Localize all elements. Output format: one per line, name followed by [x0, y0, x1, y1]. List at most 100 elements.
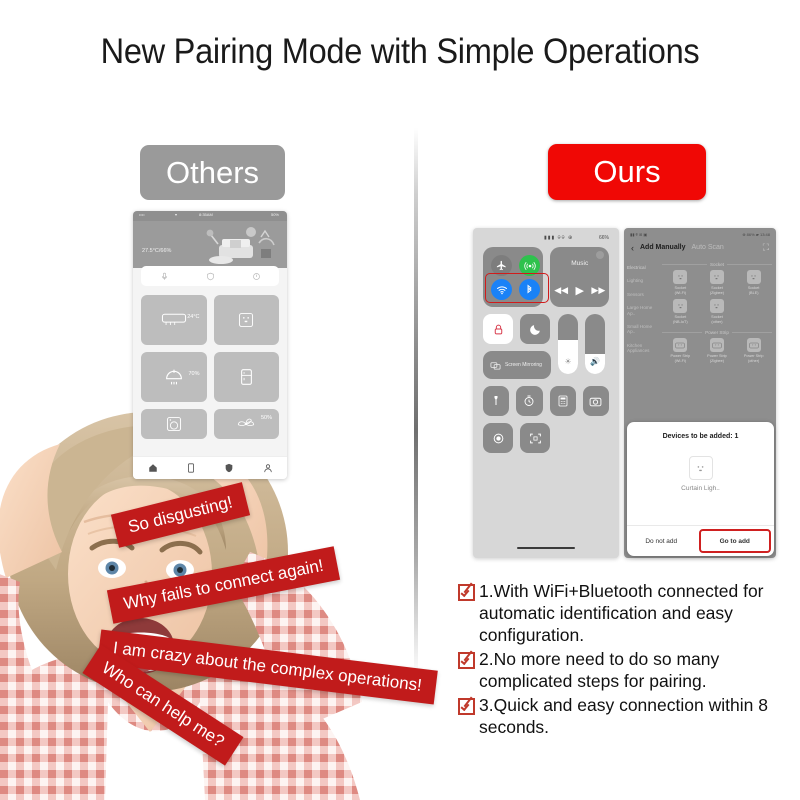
- device-tile[interactable]: 50%: [213, 409, 279, 439]
- others-badge: Others: [140, 145, 285, 200]
- device-tile[interactable]: [141, 409, 207, 439]
- chevron-left-icon[interactable]: ‹: [631, 243, 634, 253]
- home-indicator: [517, 546, 575, 549]
- power-strip-grid[interactable]: Power Strip (Wi-Fi) Power Strip (Zigbee) P…: [662, 338, 772, 367]
- socket-icon: [709, 299, 724, 314]
- dialog-device-name: Curtain Ligh..: [681, 485, 720, 492]
- left-phone-quick-actions[interactable]: [141, 266, 279, 286]
- section-title: Power Strip: [705, 330, 729, 336]
- device-tile[interactable]: 70%: [141, 352, 207, 402]
- others-phone-screenshot: •••• ▾ 8:35AM 50% 27.5°C/66% 24°C 70% 50…: [133, 211, 287, 479]
- cc-signal-icons: ▮▮▮ ⌾⌾ ⊕: [544, 235, 574, 241]
- device-option[interactable]: Socket (BLE): [735, 270, 772, 295]
- section-title: Socket: [709, 262, 725, 267]
- socket-icon: [239, 312, 254, 328]
- sidebar-item-lighting[interactable]: Lighting: [624, 274, 658, 287]
- music-panel[interactable]: Music ◀◀ ▶ ▶▶: [550, 247, 609, 307]
- page-title: New Pairing Mode with Simple Operations: [100, 32, 700, 71]
- scan-icon[interactable]: ⛶: [763, 242, 769, 253]
- device-option[interactable]: Socket (Zigbee): [699, 270, 736, 295]
- screen-mirroring-button[interactable]: Screen Mirroring: [483, 351, 551, 379]
- do-not-add-button[interactable]: Do not add: [627, 526, 696, 556]
- air-conditioner-icon: [161, 313, 186, 326]
- calculator-button[interactable]: [549, 386, 576, 416]
- device-option[interactable]: Socket (NB-IoT): [662, 299, 699, 324]
- sidebar-item-electrical[interactable]: Electrical: [624, 261, 658, 274]
- home-icon[interactable]: [148, 463, 158, 473]
- device-tile[interactable]: [213, 295, 279, 345]
- left-phone-hero: 27.5°C/66%: [133, 221, 287, 268]
- feature-text: 1.With WiFi+Bluetooth connected for auto…: [479, 581, 764, 645]
- feature-text: 2.No more need to do so many complicated…: [479, 649, 720, 691]
- feature-item: 2.No more need to do so many complicated…: [458, 648, 793, 692]
- status-battery: 50%: [270, 212, 279, 217]
- device-option[interactable]: Power Strip (other): [735, 338, 772, 363]
- mic-icon[interactable]: [160, 272, 169, 281]
- device-label: Socket: [674, 315, 687, 320]
- category-sidebar[interactable]: Electrical Lighting Sensors Large Home A…: [624, 257, 658, 368]
- sidebar-item-sensors[interactable]: Sensors: [624, 288, 658, 301]
- cc-battery-label: 66%: [598, 235, 609, 241]
- left-phone-bottom-nav[interactable]: [133, 456, 287, 479]
- socket-icon: [688, 456, 713, 480]
- brightness-slider[interactable]: ☀: [558, 314, 578, 374]
- timer-button[interactable]: [516, 386, 543, 416]
- device-option[interactable]: Socket (other): [699, 299, 736, 324]
- screen-record-button[interactable]: [483, 423, 513, 453]
- checkbox-checked-icon: [458, 698, 475, 715]
- ours-badge: Ours: [548, 144, 706, 200]
- qr-scan-button[interactable]: [520, 423, 550, 453]
- washing-machine-icon: [166, 416, 181, 432]
- device-sublabel: (other): [748, 358, 760, 363]
- socket-grid[interactable]: Socket (Wi-Fi) Socket (Zigbee) Socket (BLE)…: [662, 270, 772, 328]
- next-icon[interactable]: ▶▶: [591, 285, 605, 296]
- device-option[interactable]: Socket (Wi-Fi): [662, 270, 699, 295]
- feature-text: 3.Quick and easy connection within 8 sec…: [479, 695, 768, 737]
- vertical-divider: [414, 128, 418, 676]
- device-option[interactable]: Power Strip (Zigbee): [699, 338, 736, 363]
- play-icon[interactable]: ▶: [575, 284, 583, 297]
- flashlight-button[interactable]: [483, 386, 510, 416]
- socket-icon: [709, 270, 724, 284]
- status-time: 8:35AM: [199, 212, 213, 217]
- device-label: Socket: [711, 315, 723, 320]
- device-sublabel: (other): [711, 319, 723, 324]
- devices-to-add-dialog[interactable]: Devices to be added: 1 Curtain Ligh.. Do…: [627, 422, 774, 556]
- connectivity-panel[interactable]: [483, 247, 549, 307]
- device-tile[interactable]: 24°C: [141, 295, 207, 345]
- device-sublabel: (Zigbee): [709, 358, 725, 363]
- shield-icon[interactable]: [206, 272, 215, 281]
- shield-icon[interactable]: [224, 463, 234, 473]
- tile-value: 70%: [188, 371, 200, 377]
- power-strip-icon: [746, 338, 761, 353]
- profile-icon[interactable]: [263, 463, 273, 473]
- fan-icon: [238, 418, 255, 426]
- screen-mirroring-icon: [490, 361, 501, 370]
- camera-button[interactable]: [582, 386, 609, 416]
- feature-item: 3.Quick and easy connection within 8 sec…: [458, 694, 793, 738]
- add-status-bar: ▮▮ ⌾ ⊞ ▣ ⊕ 86% ▰ 13:48: [624, 228, 776, 237]
- wifi-bluetooth-highlight: [485, 273, 549, 303]
- device-icon[interactable]: [187, 463, 195, 473]
- volume-slider[interactable]: 🔊: [585, 314, 605, 374]
- power-icon[interactable]: [252, 272, 261, 281]
- device-label: Power Strip: [707, 354, 727, 359]
- sidebar-item-kitchen-appliances[interactable]: Kitchen Appliances: [624, 339, 658, 358]
- left-phone-device-grid[interactable]: 24°C 70% 50%: [141, 295, 279, 439]
- device-label: Socket: [711, 286, 723, 290]
- power-strip-icon: [709, 338, 724, 353]
- do-not-disturb-toggle[interactable]: [520, 314, 550, 344]
- dialog-title: Devices to be added: 1: [662, 433, 739, 440]
- device-option[interactable]: Power Strip (Wi-Fi): [662, 338, 699, 363]
- sidebar-item-small-home-appliances[interactable]: Small Home Ap..: [624, 320, 658, 339]
- tab-add-manually[interactable]: Add Manually: [640, 244, 686, 251]
- hero-temperature: 27.5°C/66%: [142, 248, 172, 254]
- airplay-icon[interactable]: [596, 251, 604, 259]
- go-to-add-button[interactable]: Go to add: [698, 529, 771, 553]
- tab-auto-scan[interactable]: Auto Scan: [692, 244, 724, 251]
- device-tile[interactable]: [213, 352, 279, 402]
- prev-icon[interactable]: ◀◀: [554, 285, 568, 296]
- rotation-lock-toggle[interactable]: [483, 314, 513, 344]
- sidebar-item-large-home-appliances[interactable]: Large Home Ap..: [624, 301, 658, 320]
- music-label: Music: [571, 260, 589, 267]
